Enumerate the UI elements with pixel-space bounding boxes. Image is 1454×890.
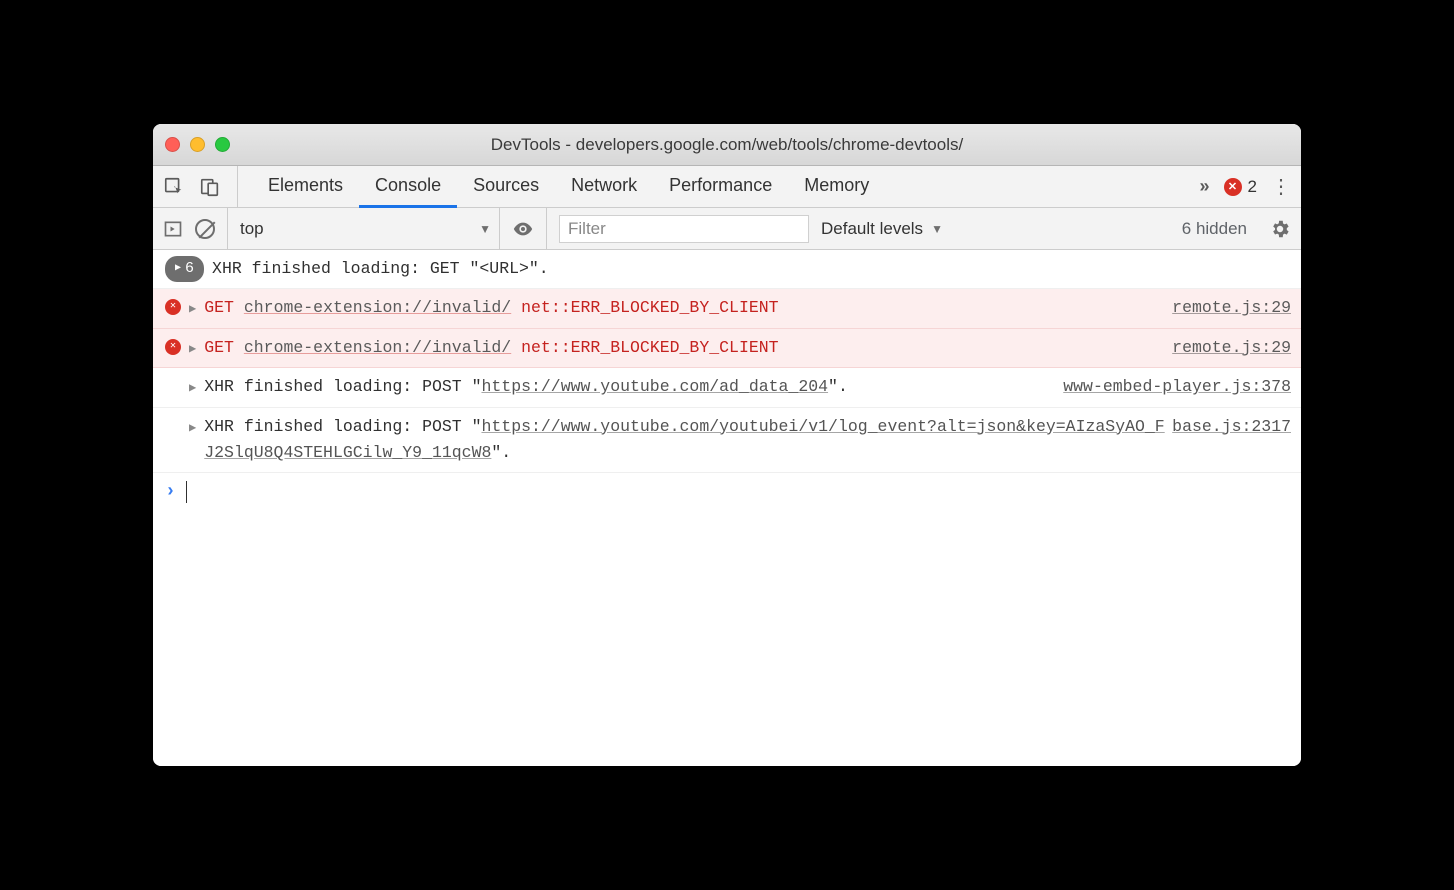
error-indicator[interactable]: 2 [1224, 177, 1257, 197]
source-link[interactable]: www-embed-player.js:378 [1063, 374, 1291, 400]
error-count-value: 2 [1248, 177, 1257, 197]
tab-label: Performance [669, 175, 772, 196]
source-link[interactable]: remote.js:29 [1172, 335, 1291, 361]
http-method: GET [204, 298, 234, 317]
tab-sources[interactable]: Sources [457, 167, 555, 208]
tab-label: Memory [804, 175, 869, 196]
tab-label: Elements [268, 175, 343, 196]
more-options-icon[interactable]: ⋮ [1271, 174, 1291, 199]
log-suffix: ". [828, 377, 848, 396]
error-code: net::ERR_BLOCKED_BY_CLIENT [521, 298, 778, 317]
log-message: XHR finished loading: GET "<URL>". [212, 256, 1291, 282]
repeat-count-badge[interactable]: ▶6 [165, 256, 204, 282]
context-value: top [240, 219, 264, 239]
clear-console-icon[interactable] [195, 219, 215, 239]
log-prefix: XHR finished loading: POST " [204, 417, 481, 436]
log-suffix: ". [491, 443, 511, 462]
log-levels-selector[interactable]: Default levels ▼ [821, 208, 955, 249]
live-expression-icon[interactable] [512, 218, 534, 240]
error-icon [1224, 178, 1242, 196]
request-url[interactable]: chrome-extension://invalid/ [244, 338, 511, 357]
tab-label: Network [571, 175, 637, 196]
badge-value: 6 [185, 257, 194, 281]
log-prefix: XHR finished loading: POST " [204, 377, 481, 396]
error-icon [165, 339, 181, 355]
tab-elements[interactable]: Elements [252, 167, 359, 208]
more-tabs-icon[interactable]: » [1200, 176, 1210, 197]
expand-caret-icon[interactable]: ▶ [189, 379, 196, 398]
tab-label: Console [375, 175, 441, 196]
prompt-chevron-icon: › [165, 482, 176, 502]
levels-label: Default levels [821, 219, 923, 239]
tab-console[interactable]: Console [359, 167, 457, 208]
request-url[interactable]: https://www.youtube.com/ad_data_204 [481, 377, 828, 396]
error-icon [165, 299, 181, 315]
traffic-lights [165, 137, 230, 152]
tab-memory[interactable]: Memory [788, 167, 885, 208]
inspect-element-icon[interactable] [163, 176, 185, 198]
minimize-window-button[interactable] [190, 137, 205, 152]
source-link[interactable]: remote.js:29 [1172, 295, 1291, 321]
log-message: GET chrome-extension://invalid/ net::ERR… [204, 335, 1172, 361]
close-window-button[interactable] [165, 137, 180, 152]
log-entry-grouped[interactable]: ▶6 XHR finished loading: GET "<URL>". [153, 250, 1301, 289]
chevron-down-icon: ▼ [479, 222, 491, 236]
log-entry-error[interactable]: ▶ GET chrome-extension://invalid/ net::E… [153, 329, 1301, 368]
expand-caret-icon[interactable]: ▶ [189, 300, 196, 319]
maximize-window-button[interactable] [215, 137, 230, 152]
log-entry[interactable]: ▶ XHR finished loading: POST "https://ww… [153, 368, 1301, 407]
log-message: XHR finished loading: POST "https://www.… [204, 374, 1063, 400]
log-entry-error[interactable]: ▶ GET chrome-extension://invalid/ net::E… [153, 289, 1301, 328]
log-message: GET chrome-extension://invalid/ net::ERR… [204, 295, 1172, 321]
window-titlebar: DevTools - developers.google.com/web/too… [153, 124, 1301, 166]
log-message: XHR finished loading: POST "https://www.… [204, 414, 1172, 467]
console-toolbar: top ▼ Default levels ▼ 6 hidden [153, 208, 1301, 250]
caret-right-icon: ▶ [175, 261, 181, 277]
device-toolbar-icon[interactable] [199, 176, 221, 198]
hidden-messages-count[interactable]: 6 hidden [1182, 219, 1257, 239]
console-settings-icon[interactable] [1269, 218, 1291, 240]
http-method: GET [204, 338, 234, 357]
toggle-panel-icon[interactable] [163, 219, 183, 239]
source-link[interactable]: base.js:2317 [1172, 414, 1291, 440]
request-url[interactable]: chrome-extension://invalid/ [244, 298, 511, 317]
main-tabs-bar: Elements Console Sources Network Perform… [153, 166, 1301, 208]
context-selector[interactable]: top ▼ [240, 208, 500, 249]
tab-network[interactable]: Network [555, 167, 653, 208]
error-code: net::ERR_BLOCKED_BY_CLIENT [521, 338, 778, 357]
console-output: ▶6 XHR finished loading: GET "<URL>". ▶ … [153, 250, 1301, 766]
filter-input[interactable] [559, 215, 809, 243]
text-cursor [186, 481, 187, 503]
expand-caret-icon[interactable]: ▶ [189, 419, 196, 438]
devtools-window: DevTools - developers.google.com/web/too… [153, 124, 1301, 766]
window-title: DevTools - developers.google.com/web/too… [153, 135, 1301, 155]
expand-caret-icon[interactable]: ▶ [189, 340, 196, 359]
tab-performance[interactable]: Performance [653, 167, 788, 208]
log-entry[interactable]: ▶ XHR finished loading: POST "https://ww… [153, 408, 1301, 474]
tab-label: Sources [473, 175, 539, 196]
chevron-down-icon: ▼ [931, 222, 943, 236]
console-prompt[interactable]: › [153, 473, 1301, 511]
